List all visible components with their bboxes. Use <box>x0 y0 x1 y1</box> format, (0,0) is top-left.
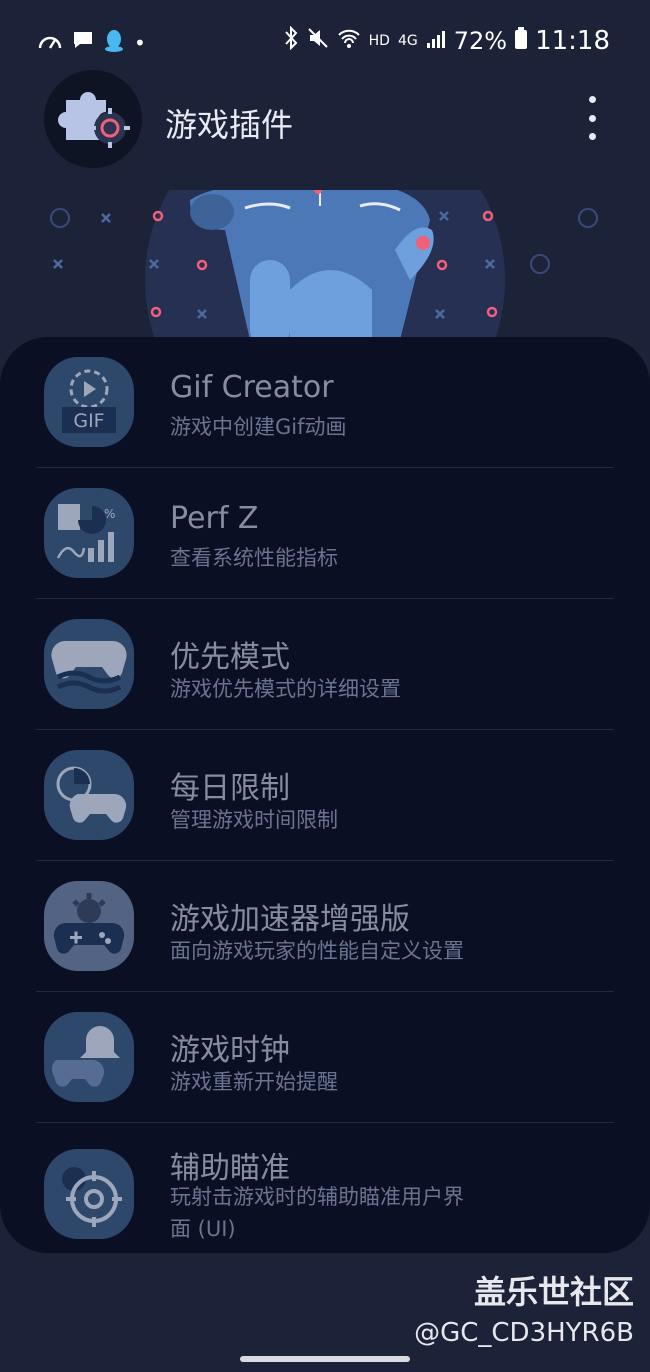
network-label: 4G <box>397 33 418 49</box>
more-options-button[interactable] <box>580 96 604 140</box>
item-subtitle-line: 玩射击游戏时的辅助瞄准用户界 <box>170 1185 464 1209</box>
plugins-list: GIF Gif Creator 游戏中创建Gif动画 % Perf Z 查看系统… <box>0 337 650 1253</box>
app-bar: 游戏插件 <box>0 66 650 176</box>
item-subtitle: 游戏优先模式的详细设置 <box>170 677 401 701</box>
item-subtitle: 游戏重新开始提醒 <box>170 1070 338 1094</box>
item-title: 每日限制 <box>170 771 290 806</box>
list-item-priority-mode[interactable]: 优先模式 游戏优先模式的详细设置 <box>36 599 614 730</box>
crosshair-icon <box>44 1149 134 1239</box>
battery-percent: 72% <box>453 27 508 55</box>
list-item-game-booster-plus[interactable]: 游戏加速器增强版 面向游戏玩家的性能自定义设置 <box>36 861 614 992</box>
bluetooth-icon <box>283 25 299 56</box>
gif-icon: GIF <box>44 357 134 447</box>
item-subtitle: 游戏中创建Gif动画 <box>170 415 347 439</box>
item-subtitle: 管理游戏时间限制 <box>170 808 338 832</box>
svg-text:GIF: GIF <box>73 410 104 432</box>
battery-icon <box>515 27 528 55</box>
home-gesture-bar[interactable] <box>240 1356 410 1362</box>
item-title: Gif Creator <box>170 370 334 405</box>
wifi-icon <box>337 27 361 55</box>
page-title: 游戏插件 <box>165 106 294 144</box>
item-title: 游戏加速器增强版 <box>170 902 410 937</box>
signal-icon <box>426 27 446 55</box>
item-subtitle: 玩射击游戏时的辅助瞄准用户界 面 (UI) <box>170 1181 464 1245</box>
speedometer-icon <box>38 31 62 56</box>
list-item-game-clock[interactable]: 游戏时钟 游戏重新开始提醒 <box>36 992 614 1123</box>
watermark-title: 盖乐世社区 <box>473 1273 634 1311</box>
list-item-perf-z[interactable]: % Perf Z 查看系统性能指标 <box>36 468 614 599</box>
svg-text:%: % <box>104 507 115 521</box>
gamepad-timer-icon <box>44 750 134 840</box>
item-title: 优先模式 <box>170 640 290 675</box>
list-item-aim-assist[interactable]: 辅助瞄准 玩射击游戏时的辅助瞄准用户界 面 (UI) <box>36 1123 614 1253</box>
dot-icon <box>588 114 596 122</box>
status-left-icons: • <box>38 28 146 58</box>
gamepad-gear-icon <box>44 881 134 971</box>
game-plugins-app-icon <box>44 70 142 168</box>
hd-label: HD <box>368 33 390 49</box>
qq-penguin-icon <box>104 28 124 58</box>
item-title: Perf Z <box>170 501 259 536</box>
dot-icon <box>588 133 596 140</box>
status-right-icons: HD 4G 72% 11:18 <box>283 25 610 56</box>
item-subtitle: 查看系统性能指标 <box>170 546 338 570</box>
hero-illustration <box>0 190 650 350</box>
clock: 11:18 <box>535 26 610 56</box>
mute-icon <box>307 27 329 55</box>
chart-icon: % <box>44 488 134 578</box>
bell-gamepad-icon <box>44 1012 134 1102</box>
dot-icon <box>588 96 596 103</box>
notification-dot-icon: • <box>134 31 146 55</box>
watermark-handle: @GC_CD3HYR6B <box>414 1318 634 1348</box>
item-subtitle-line: 面 (UI) <box>170 1217 236 1241</box>
list-item-gif-creator[interactable]: GIF Gif Creator 游戏中创建Gif动画 <box>36 337 614 468</box>
list-item-daily-limit[interactable]: 每日限制 管理游戏时间限制 <box>36 730 614 861</box>
gamepad-waves-icon <box>44 619 134 709</box>
message-icon <box>72 30 94 56</box>
item-title: 游戏时钟 <box>170 1033 290 1068</box>
item-subtitle: 面向游戏玩家的性能自定义设置 <box>170 939 464 963</box>
